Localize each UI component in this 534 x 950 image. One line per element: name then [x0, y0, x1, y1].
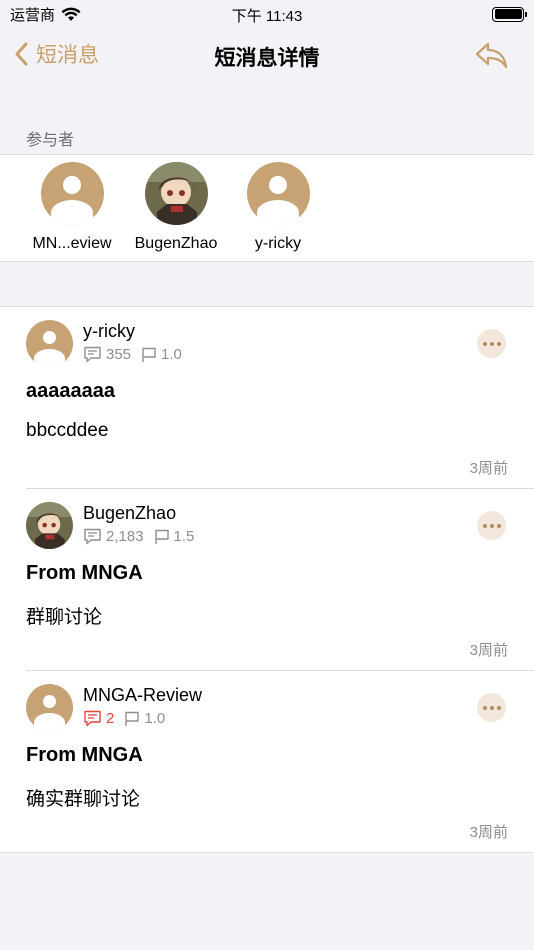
status-time: 下午 11:43 [231, 8, 303, 25]
comment-icon [84, 528, 101, 545]
message-body: bbccddee [26, 420, 109, 441]
message-body: 确实群聊讨论 [26, 789, 141, 810]
message-username[interactable]: MNGA-Review [83, 685, 202, 706]
participants-list: MN...eview BugenZhao y-ricky [0, 154, 534, 262]
participants-section-label: 参与者 [26, 132, 75, 149]
message-time: 3周前 [469, 824, 508, 841]
default-avatar [40, 162, 104, 225]
message-title: From MNGA [26, 562, 143, 584]
participant-item[interactable]: MN...eview [17, 162, 127, 253]
anime-avatar[interactable] [26, 502, 73, 549]
reputation-value: 1.0 [144, 710, 166, 727]
reputation-value: 1.0 [161, 346, 182, 363]
reply-icon[interactable] [474, 40, 508, 70]
participant-name: BugenZhao [134, 235, 218, 252]
default-avatar[interactable] [26, 684, 73, 731]
participant-item[interactable]: BugenZhao [121, 162, 231, 253]
post-count: 2,183 [106, 528, 144, 545]
message-time: 3周前 [469, 642, 508, 659]
participant-name: MN...eview [32, 235, 112, 252]
flag-icon [154, 529, 169, 544]
reputation-value: 1.5 [173, 528, 195, 545]
user-stats: 2 1.0 [83, 710, 175, 727]
message-title: From MNGA [26, 744, 143, 766]
anime-avatar [144, 162, 208, 225]
default-avatar[interactable] [26, 320, 73, 367]
message-username[interactable]: BugenZhao [83, 503, 176, 524]
message-item: MNGA-Review 2 1.0 From MNGA 确实群聊讨论 3周前 [0, 671, 534, 853]
message-title: aaaaaaaa [26, 380, 115, 402]
status-bar: 运营商 下午 11:43 [0, 0, 534, 28]
message-item: BugenZhao 2,183 1.5 From MNGA 群聊讨论 3周前 [0, 489, 534, 671]
message-time: 3周前 [469, 460, 508, 477]
user-stats: 2,183 1.5 [83, 528, 204, 545]
flag-icon [125, 711, 140, 726]
more-options-button[interactable] [477, 329, 506, 358]
user-stats: 355 1.0 [83, 346, 192, 363]
more-options-button[interactable] [477, 511, 506, 540]
message-username[interactable]: y-ricky [83, 321, 135, 342]
battery-icon [492, 6, 527, 22]
post-count: 2 [106, 710, 115, 727]
comment-icon [84, 346, 101, 363]
message-item: y-ricky 355 1.0 aaaaaaaa bbccddee 3周前 [0, 307, 534, 489]
default-avatar [246, 162, 310, 225]
page-title: 短消息详情 [214, 47, 320, 70]
message-list: y-ricky 355 1.0 aaaaaaaa bbccddee 3周前 Bu… [0, 306, 534, 853]
flag-icon [142, 347, 156, 362]
post-count: 355 [106, 346, 132, 363]
more-options-button[interactable] [477, 693, 506, 722]
comment-icon [84, 710, 101, 727]
navigation-bar: 短消息 短消息详情 [0, 28, 534, 80]
participant-name: y-ricky [254, 235, 302, 252]
participant-item[interactable]: y-ricky [223, 162, 333, 253]
message-body: 群聊讨论 [26, 607, 103, 628]
